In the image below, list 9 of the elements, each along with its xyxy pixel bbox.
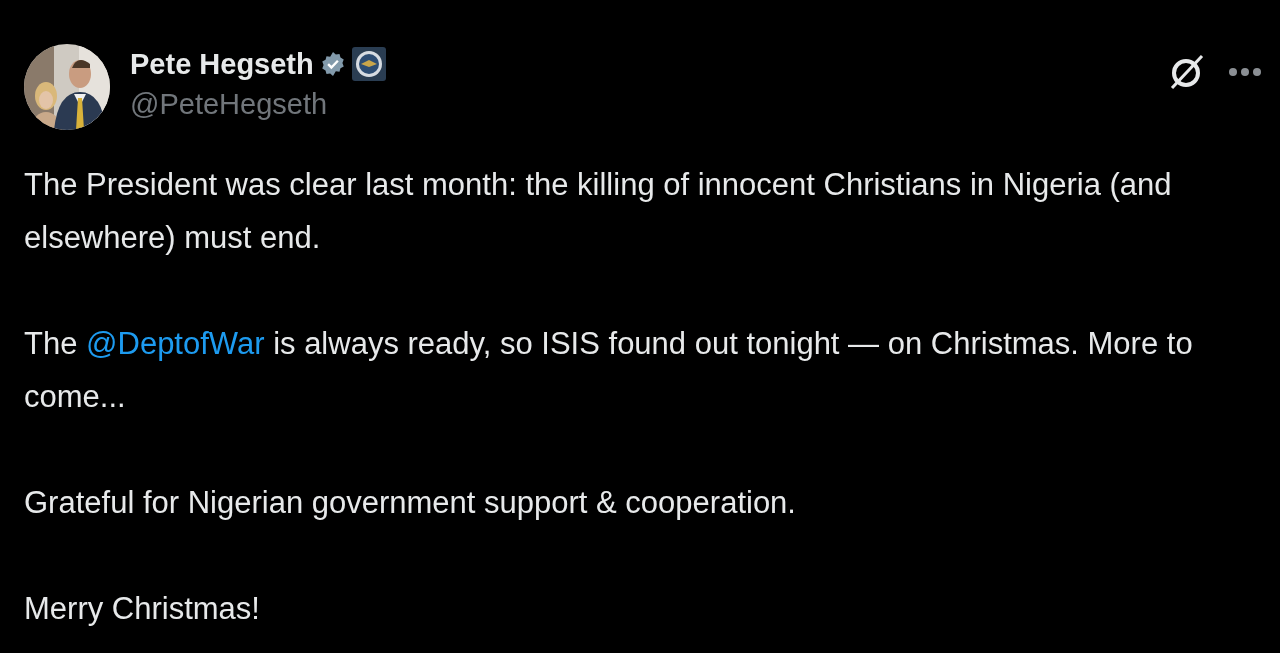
- seal-icon: [351, 47, 386, 81]
- author-handle[interactable]: @PeteHegseth: [130, 84, 386, 124]
- post-paragraph: The @DeptofWar is always ready, so ISIS found out tonight — on Christmas. More to come...: [24, 325, 1194, 416]
- mention-link[interactable]: @DeptofWar: [86, 326, 265, 361]
- post-paragraph: The President was clear last month: the killing of innocent Christians in Nigeria (and elsewhere) must end.: [24, 166, 1173, 257]
- more-options-icon[interactable]: [1228, 67, 1262, 77]
- post-paragraph: Merry Christmas!: [24, 590, 261, 628]
- post-paragraph: Grateful for Nigerian government support & cooperation.: [24, 484, 797, 522]
- author-name[interactable]: Pete Hegseth: [130, 44, 314, 84]
